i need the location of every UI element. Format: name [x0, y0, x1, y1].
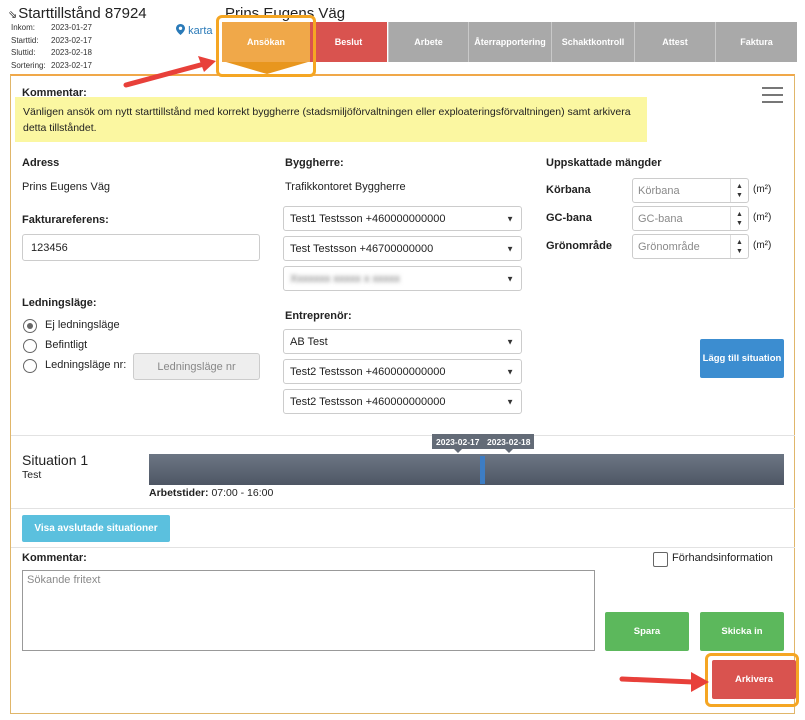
stepper-icon[interactable]: ▲ ▼ — [730, 179, 748, 202]
caret-down-icon: ▼ — [506, 337, 514, 346]
annotation-arrow-icon — [123, 56, 216, 88]
annotation-arrow-icon — [619, 672, 709, 692]
preinfo-checkbox[interactable] — [653, 552, 668, 567]
builder-contact-1-value: Test1 Testsson +460000000000 — [290, 212, 446, 225]
quantity-unit-green: (m²) — [753, 240, 772, 251]
permit-meta: Inkom: 2023-01-27 Starttid: 2023-02-17 Slu… — [11, 22, 92, 72]
radio-existing[interactable] — [23, 339, 37, 353]
builder-contact-2-value: Test Testsson +46700000000 — [290, 242, 434, 255]
tab-beslut[interactable]: Beslut — [310, 22, 387, 62]
caret-down-icon: ▼ — [506, 367, 514, 376]
situation-title: Situation 1 — [22, 452, 89, 468]
save-button[interactable]: Spara — [605, 612, 689, 651]
meta-row-start: Starttid: 2023-02-17 — [11, 35, 92, 45]
radio-cable-position-nr[interactable] — [23, 359, 37, 373]
caret-down-icon: ▼ — [506, 397, 514, 406]
divider — [11, 435, 795, 436]
work-hours-label: Arbetstider: — [149, 487, 209, 499]
map-link[interactable]: karta — [176, 24, 213, 37]
tab-aterrapportering[interactable]: Återrapportering — [468, 22, 551, 62]
timeline-end-date: 2023-02-18 — [483, 434, 535, 453]
comment-bottom-label: Kommentar: — [22, 552, 87, 564]
address-value: Prins Eugens Väg — [22, 181, 111, 193]
submit-button[interactable]: Skicka in — [700, 612, 784, 651]
stepper-icon[interactable]: ▲ ▼ — [730, 235, 748, 258]
radio-no-cable-position-label: Ej ledningsläge — [45, 319, 120, 331]
radio-cable-position-nr-label: Ledningsläge nr: — [45, 359, 127, 371]
address-label: Adress — [22, 157, 60, 169]
tab-faktura[interactable]: Faktura — [715, 22, 797, 62]
builder-contact-select-3[interactable]: Xxxxxxx xxxxx x xxxxx ▼ — [283, 266, 522, 291]
annotation-highlight-archive — [705, 653, 799, 707]
builder-contact-select-2[interactable]: Test Testsson +46700000000 ▼ — [283, 236, 522, 261]
divider — [11, 508, 795, 509]
meta-row-received: Inkom: 2023-01-27 — [11, 23, 92, 32]
situation-subtitle: Test — [22, 469, 42, 481]
timeline-period-marker — [480, 456, 485, 484]
situation-timeline[interactable] — [149, 454, 784, 485]
map-pin-icon — [176, 24, 185, 35]
invoice-ref-input[interactable]: 123456 — [22, 234, 260, 261]
caret-down-icon: ▼ — [506, 244, 514, 253]
contractor-contact-2-value: Test2 Testsson +460000000000 — [290, 395, 446, 408]
timeline-start-date: 2023-02-17 — [432, 434, 484, 453]
show-finished-situations-button[interactable]: Visa avslutade situationer — [22, 515, 170, 542]
contractor-contact-select-1[interactable]: Test2 Testsson +460000000000 ▼ — [283, 359, 522, 384]
builder-value: Trafikkontoret Byggherre — [285, 181, 406, 193]
quantity-unit-gc: (m²) — [753, 212, 772, 223]
tab-attest[interactable]: Attest — [634, 22, 715, 62]
contractor-company-value: AB Test — [290, 335, 328, 348]
quantity-label-road: Körbana — [546, 184, 591, 196]
permit-title: ⇘Starttillstånd 87924 — [8, 5, 147, 22]
radio-no-cable-position[interactable] — [23, 319, 37, 333]
tab-arbete[interactable]: Arbete — [388, 22, 468, 62]
contractor-company-select[interactable]: AB Test ▼ — [283, 329, 522, 354]
tab-schaktkontroll[interactable]: Schaktkontroll — [551, 22, 634, 62]
annotation-highlight-tab — [216, 15, 316, 77]
contractor-label: Entreprenör: — [285, 310, 352, 322]
cable-position-label: Ledningsläge: — [22, 297, 97, 309]
invoice-ref-label: Fakturareferens: — [22, 214, 109, 226]
preinfo-label: Förhandsinformation — [672, 552, 773, 564]
divider — [11, 547, 795, 548]
builder-contact-select-1[interactable]: Test1 Testsson +460000000000 ▼ — [283, 206, 522, 231]
stepper-icon[interactable]: ▲ ▼ — [730, 207, 748, 230]
cursor-icon: ⇘ — [8, 9, 18, 21]
meta-row-end: Sluttid: 2023-02-18 — [11, 48, 92, 57]
caret-down-icon: ▼ — [506, 274, 514, 283]
menu-icon[interactable] — [762, 87, 783, 108]
comment-textarea[interactable]: Sökande fritext — [22, 570, 595, 651]
work-hours: Arbetstider: 07:00 - 16:00 — [149, 487, 273, 499]
map-link-label: karta — [188, 25, 213, 37]
comment-top-text: Vänligen ansök om nytt starttillstånd me… — [15, 97, 647, 142]
radio-existing-label: Befintligt — [45, 339, 88, 351]
contractor-contact-1-value: Test2 Testsson +460000000000 — [290, 365, 446, 378]
quantity-label-gc: GC-bana — [546, 212, 592, 224]
cable-position-nr-input[interactable]: Ledningsläge nr — [133, 353, 260, 380]
builder-contact-3-value: Xxxxxxx xxxxx x xxxxx — [290, 272, 401, 285]
quantity-label-green: Grönområde — [546, 240, 613, 252]
add-situation-button[interactable]: Lägg till situation — [700, 339, 784, 378]
work-hours-value: 07:00 - 16:00 — [211, 487, 274, 499]
builder-label: Byggherre: — [285, 157, 344, 169]
meta-row-sort: Sortering: 2023-02-17 — [11, 60, 92, 70]
quantity-unit-road: (m²) — [753, 184, 772, 195]
quantities-label: Uppskattade mängder — [546, 157, 662, 169]
caret-down-icon: ▼ — [506, 214, 514, 223]
contractor-contact-select-2[interactable]: Test2 Testsson +460000000000 ▼ — [283, 389, 522, 414]
